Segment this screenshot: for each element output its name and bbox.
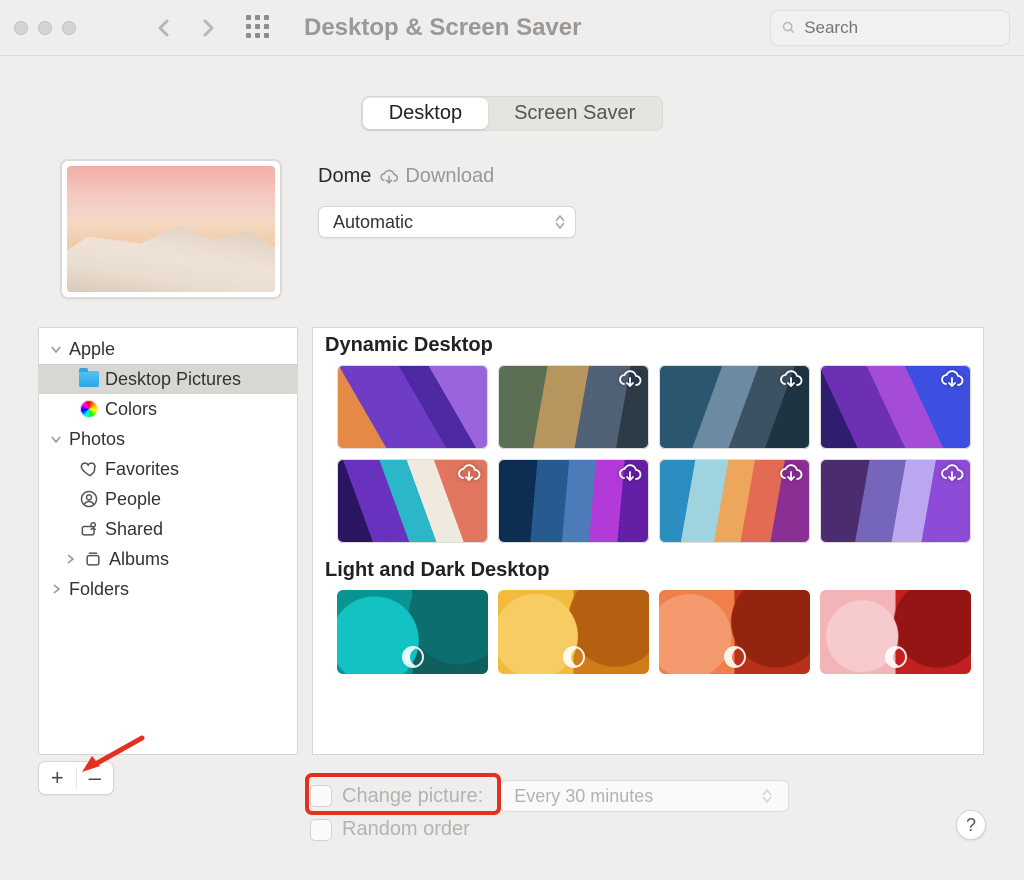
wallpaper-thumb[interactable] <box>498 590 649 674</box>
wallpaper-thumb[interactable] <box>659 365 810 449</box>
wallpaper-thumb[interactable] <box>337 590 488 674</box>
sidebar-group-label: Folders <box>69 579 129 600</box>
shared-icon <box>79 519 99 539</box>
color-wheel-icon <box>79 399 99 419</box>
stepper-icon <box>551 211 569 233</box>
heart-icon <box>79 459 99 479</box>
appearance-mode-select[interactable]: Automatic <box>318 206 576 238</box>
wallpaper-gallery: Dynamic Desktop Light and Dark Desktop <box>312 327 984 755</box>
chevron-right-icon <box>49 584 63 594</box>
interval-value: Every 30 minutes <box>514 786 653 807</box>
wallpaper-thumb[interactable] <box>659 459 810 543</box>
chevron-right-icon <box>63 554 77 564</box>
show-all-icon[interactable] <box>246 15 272 41</box>
person-circle-icon <box>79 489 99 509</box>
remove-folder-button: – <box>77 765 114 791</box>
random-order-checkbox <box>310 819 332 841</box>
random-order-label: Random order <box>342 818 470 841</box>
sidebar-item-desktop-pictures[interactable]: Desktop Pictures <box>39 364 297 394</box>
cloud-download-icon <box>939 369 965 389</box>
sidebar-item-label: Favorites <box>105 459 179 480</box>
wallpaper-thumb[interactable] <box>337 365 488 449</box>
sidebar-group-photos[interactable]: Photos <box>39 424 297 454</box>
search-icon <box>781 19 796 36</box>
tabs: Desktop Screen Saver <box>0 96 1024 131</box>
current-wallpaper-preview <box>60 159 282 299</box>
wallpaper-thumb[interactable] <box>498 365 649 449</box>
sidebar-item-label: Albums <box>109 549 169 570</box>
wallpaper-thumb[interactable] <box>820 459 971 543</box>
sidebar-item-shared[interactable]: Shared <box>39 514 297 544</box>
search-input[interactable] <box>804 18 999 38</box>
wallpaper-thumb[interactable] <box>820 365 971 449</box>
minimize-dot[interactable] <box>38 21 52 35</box>
wallpaper-thumb[interactable] <box>337 459 488 543</box>
cloud-download-icon <box>617 463 643 483</box>
folder-icon <box>79 369 99 389</box>
interval-select: Every 30 minutes <box>499 780 789 812</box>
sidebar-item-label: Shared <box>105 519 163 540</box>
sidebar-group-label: Apple <box>69 339 115 360</box>
search-field[interactable] <box>770 10 1010 46</box>
wallpaper-thumb-icon <box>67 166 275 292</box>
zoom-dot[interactable] <box>62 21 76 35</box>
sidebar-item-albums[interactable]: Albums <box>39 544 297 574</box>
chevron-down-icon <box>49 434 63 444</box>
help-button[interactable]: ? <box>956 810 986 840</box>
wallpaper-thumb[interactable] <box>820 590 971 674</box>
add-folder-button[interactable]: + <box>39 765 76 791</box>
download-link[interactable]: Download <box>379 165 494 188</box>
cloud-download-icon <box>617 369 643 389</box>
source-sidebar: Apple Desktop Pictures Colors Photos <box>38 327 298 755</box>
appearance-mode-value: Automatic <box>333 212 413 233</box>
back-button[interactable] <box>148 8 180 48</box>
add-remove-folder: + – <box>38 761 114 795</box>
tab-screensaver[interactable]: Screen Saver <box>488 98 661 129</box>
sidebar-group-folders[interactable]: Folders <box>39 574 297 604</box>
chevron-down-icon <box>49 344 63 354</box>
wallpaper-name: Dome <box>318 165 371 188</box>
window-title: Desktop & Screen Saver <box>304 14 581 42</box>
annotation-highlight-box <box>305 773 501 815</box>
sidebar-group-label: Photos <box>69 429 125 450</box>
section-title: Dynamic Desktop <box>313 328 983 361</box>
sidebar-group-apple[interactable]: Apple <box>39 334 297 364</box>
sidebar-item-label: People <box>105 489 161 510</box>
cloud-download-icon <box>939 463 965 483</box>
rectangle-stack-icon <box>83 549 103 569</box>
titlebar: Desktop & Screen Saver <box>0 0 1024 56</box>
close-dot[interactable] <box>14 21 28 35</box>
tab-desktop[interactable]: Desktop <box>363 98 488 129</box>
cloud-download-icon <box>778 369 804 389</box>
sidebar-item-label: Colors <box>105 399 157 420</box>
section-title: Light and Dark Desktop <box>313 553 983 586</box>
window-controls <box>14 21 76 35</box>
sidebar-item-colors[interactable]: Colors <box>39 394 297 424</box>
wallpaper-thumb[interactable] <box>498 459 649 543</box>
sidebar-item-label: Desktop Pictures <box>105 369 241 390</box>
cloud-download-icon <box>778 463 804 483</box>
stepper-icon <box>762 789 780 803</box>
forward-button[interactable] <box>192 8 224 48</box>
cloud-download-icon <box>379 167 399 187</box>
download-label: Download <box>405 165 494 188</box>
sidebar-item-people[interactable]: People <box>39 484 297 514</box>
wallpaper-thumb[interactable] <box>659 590 810 674</box>
cloud-download-icon <box>456 463 482 483</box>
sidebar-item-favorites[interactable]: Favorites <box>39 454 297 484</box>
